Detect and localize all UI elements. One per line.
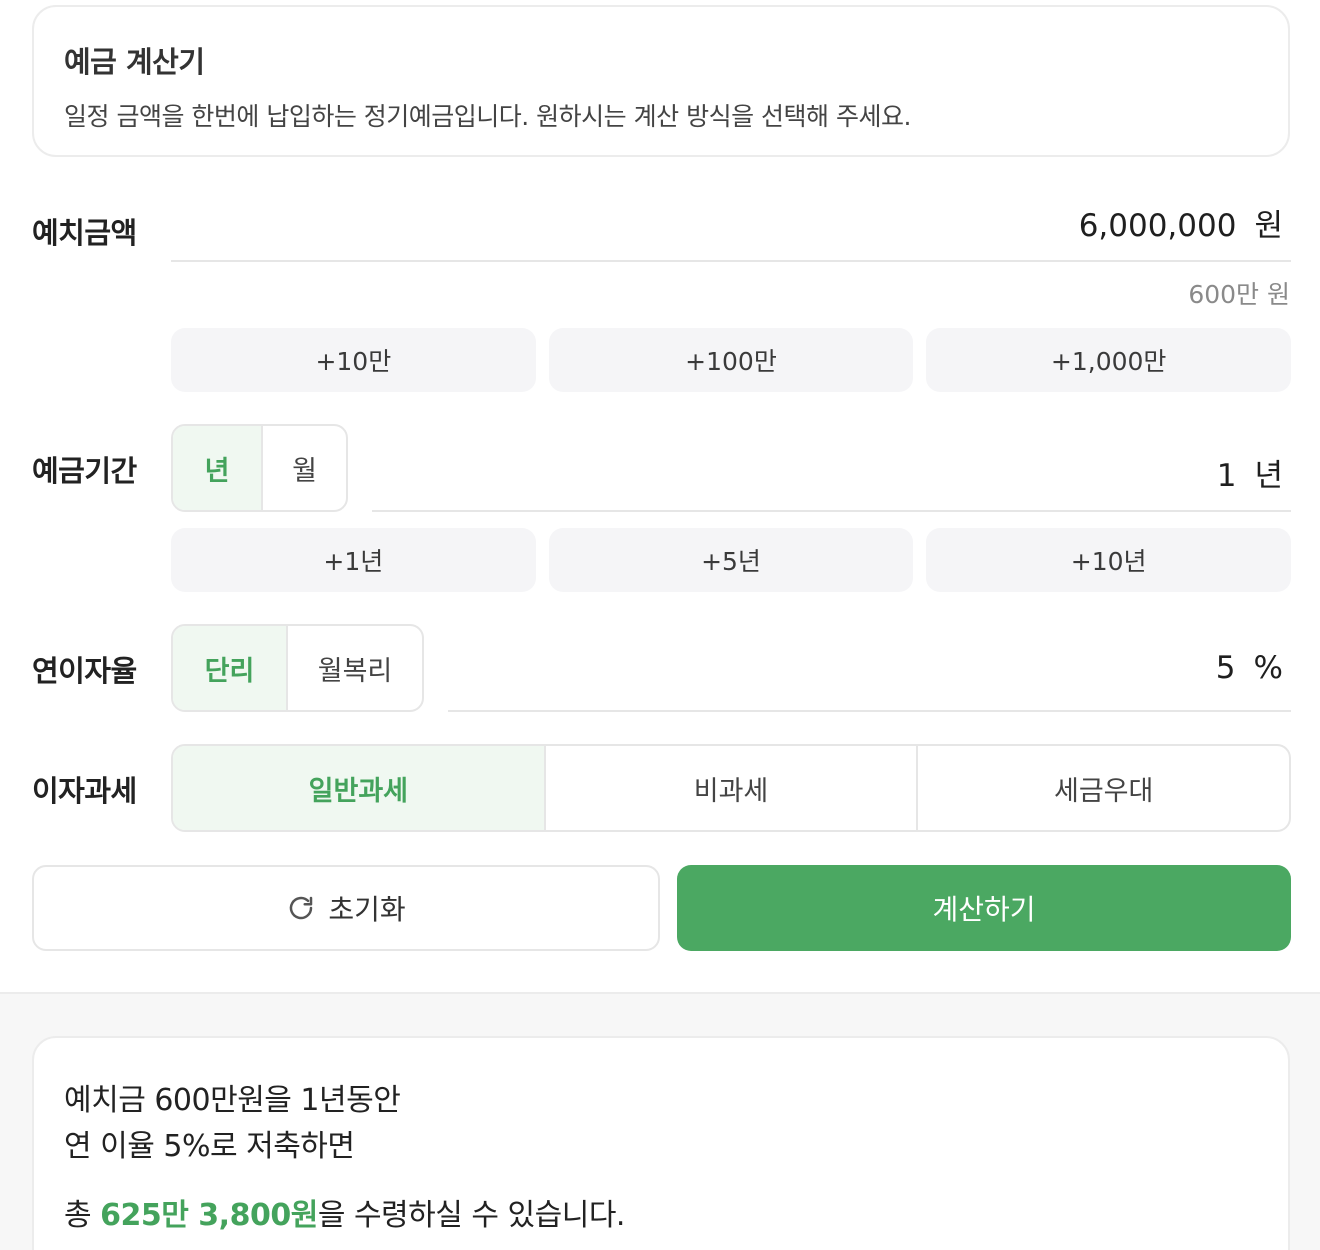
result-summary-line-2: 연 이율 5%로 저축하면 xyxy=(64,1129,355,1164)
deposit-unit: 원 xyxy=(1254,208,1283,244)
add-5-years-button[interactable]: +5년 xyxy=(548,528,914,592)
rate-label: 연이자율 xyxy=(32,654,137,688)
tax-label: 이자과세 xyxy=(32,774,137,808)
period-mode-year[interactable]: 년 xyxy=(173,426,261,510)
tax-option-general[interactable]: 일반과세 xyxy=(173,746,544,830)
period-label: 예금기간 xyxy=(32,454,137,488)
period-input[interactable]: 1년 xyxy=(372,424,1291,512)
calculate-button-label: 계산하기 xyxy=(932,893,1036,926)
rate-mode-toggle: 단리 월복리 xyxy=(171,624,424,712)
tax-option-exempt[interactable]: 비과세 xyxy=(543,746,917,830)
reset-button[interactable]: 초기화 xyxy=(32,865,660,951)
add-10m-button[interactable]: +1,000만 xyxy=(926,328,1292,392)
rate-input[interactable]: 5% xyxy=(448,624,1291,712)
tax-option-group: 일반과세 비과세 세금우대 xyxy=(171,744,1291,832)
calculator-info-card: 예금 계산기 일정 금액을 한번에 납입하는 정기예금입니다. 원하시는 계산 … xyxy=(32,5,1290,157)
result-total-prefix: 총 xyxy=(64,1198,101,1233)
calculator-description: 일정 금액을 한번에 납입하는 정기예금입니다. 원하시는 계산 방식을 선택해… xyxy=(64,102,911,131)
rate-mode-monthly-compound[interactable]: 월복리 xyxy=(286,626,422,710)
rate-unit: % xyxy=(1253,650,1283,686)
add-100k-button[interactable]: +10만 xyxy=(171,328,536,392)
period-value-wrap: 1년 xyxy=(1217,450,1283,495)
result-total-suffix: 을 수령하실 수 있습니다. xyxy=(317,1198,626,1233)
rate-value-wrap: 5% xyxy=(1216,650,1283,686)
deposit-amount-hint: 600만 원 xyxy=(1188,280,1290,309)
period-mode-month[interactable]: 월 xyxy=(261,426,346,510)
tax-option-preferential[interactable]: 세금우대 xyxy=(916,746,1289,830)
result-summary-line-1: 예치금 600만원을 1년동안 xyxy=(64,1083,401,1118)
deposit-amount-input[interactable]: 6,000,000 원 xyxy=(171,190,1291,262)
result-total: 총 625만 3,800원을 수령하실 수 있습니다. xyxy=(64,1190,1258,1234)
reset-button-label: 초기화 xyxy=(328,893,406,926)
result-total-amount: 625만 3,800원 xyxy=(100,1198,318,1233)
deposit-chip-row: +10만 +100만 +1,000만 xyxy=(171,328,1292,392)
deposit-amount-value-wrap: 6,000,000 원 xyxy=(1079,200,1283,245)
rate-value: 5 xyxy=(1215,650,1236,686)
calculate-button[interactable]: 계산하기 xyxy=(677,865,1291,951)
rate-mode-simple[interactable]: 단리 xyxy=(173,626,286,710)
period-mode-toggle: 년 월 xyxy=(171,424,348,512)
refresh-icon xyxy=(286,893,316,923)
period-value: 1 xyxy=(1216,458,1237,494)
add-10-years-button[interactable]: +10년 xyxy=(926,528,1292,592)
calculator-title: 예금 계산기 xyxy=(64,45,205,79)
add-1-year-button[interactable]: +1년 xyxy=(171,528,536,592)
deposit-amount-value: 6,000,000 xyxy=(1078,208,1237,244)
add-1m-button[interactable]: +100만 xyxy=(548,328,914,392)
result-card: 예치금 600만원을 1년동안 연 이율 5%로 저축하면 총 625만 3,8… xyxy=(32,1036,1290,1250)
result-section: 예치금 600만원을 1년동안 연 이율 5%로 저축하면 총 625만 3,8… xyxy=(0,992,1320,1250)
deposit-label: 예치금액 xyxy=(32,216,137,250)
period-chip-row: +1년 +5년 +10년 xyxy=(171,528,1292,592)
period-unit: 년 xyxy=(1254,458,1283,494)
